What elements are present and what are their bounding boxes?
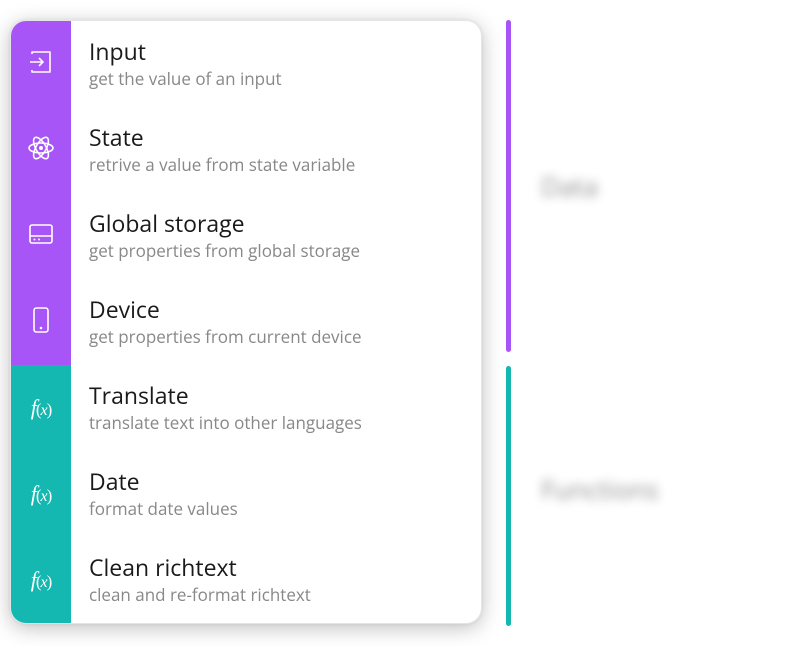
list-item[interactable]: State retrive a value from state variabl… — [71, 107, 481, 193]
item-description: get properties from current device — [89, 325, 481, 348]
storage-icon — [27, 222, 55, 251]
item-icon-cell[interactable] — [11, 279, 71, 365]
functions-bracket: Functions — [506, 352, 659, 626]
item-icon-cell[interactable]: f(x) — [11, 365, 71, 451]
item-description: translate text into other languages — [89, 411, 481, 434]
bracket-label-functions: Functions — [541, 471, 659, 507]
item-icon-cell[interactable]: f(x) — [11, 451, 71, 537]
list-item[interactable]: Translate translate text into other lang… — [71, 365, 481, 451]
item-description: clean and re-format richtext — [89, 583, 481, 606]
item-description: retrive a value from state variable — [89, 153, 481, 176]
input-icon — [27, 48, 55, 81]
bracket-label-data: Data — [541, 168, 598, 204]
device-icon — [29, 305, 53, 340]
function-icon: f(x) — [31, 395, 52, 421]
atom-icon — [26, 133, 56, 168]
item-icon-cell[interactable] — [11, 107, 71, 193]
item-description: get the value of an input — [89, 67, 481, 90]
item-description: format date values — [89, 497, 481, 520]
bracket-line — [506, 20, 511, 352]
bracket-line — [506, 366, 511, 626]
list-item[interactable]: Clean richtext clean and re-format richt… — [71, 537, 481, 623]
item-title: Device — [89, 296, 481, 324]
list-item[interactable]: Device get properties from current devic… — [71, 279, 481, 365]
list-item[interactable]: Date format date values — [71, 451, 481, 537]
item-title: Global storage — [89, 210, 481, 238]
item-icon-cell[interactable] — [11, 193, 71, 279]
icon-column: f(x) f(x) f(x) — [11, 21, 71, 623]
item-title: Translate — [89, 382, 481, 410]
item-title: State — [89, 124, 481, 152]
function-icon: f(x) — [31, 481, 52, 507]
item-icon-cell[interactable]: f(x) — [11, 537, 71, 623]
item-title: Date — [89, 468, 481, 496]
category-brackets: Data Functions — [506, 20, 659, 626]
item-icon-cell[interactable] — [11, 21, 71, 107]
item-title: Clean richtext — [89, 554, 481, 582]
item-description: get properties from global storage — [89, 239, 481, 262]
list-item[interactable]: Input get the value of an input — [71, 21, 481, 107]
item-title: Input — [89, 38, 481, 66]
content-column: Input get the value of an input State re… — [71, 21, 481, 623]
list-item[interactable]: Global storage get properties from globa… — [71, 193, 481, 279]
action-panel: f(x) f(x) f(x) Input get the value of an… — [10, 20, 482, 624]
data-bracket: Data — [506, 20, 659, 352]
function-icon: f(x) — [31, 567, 52, 593]
